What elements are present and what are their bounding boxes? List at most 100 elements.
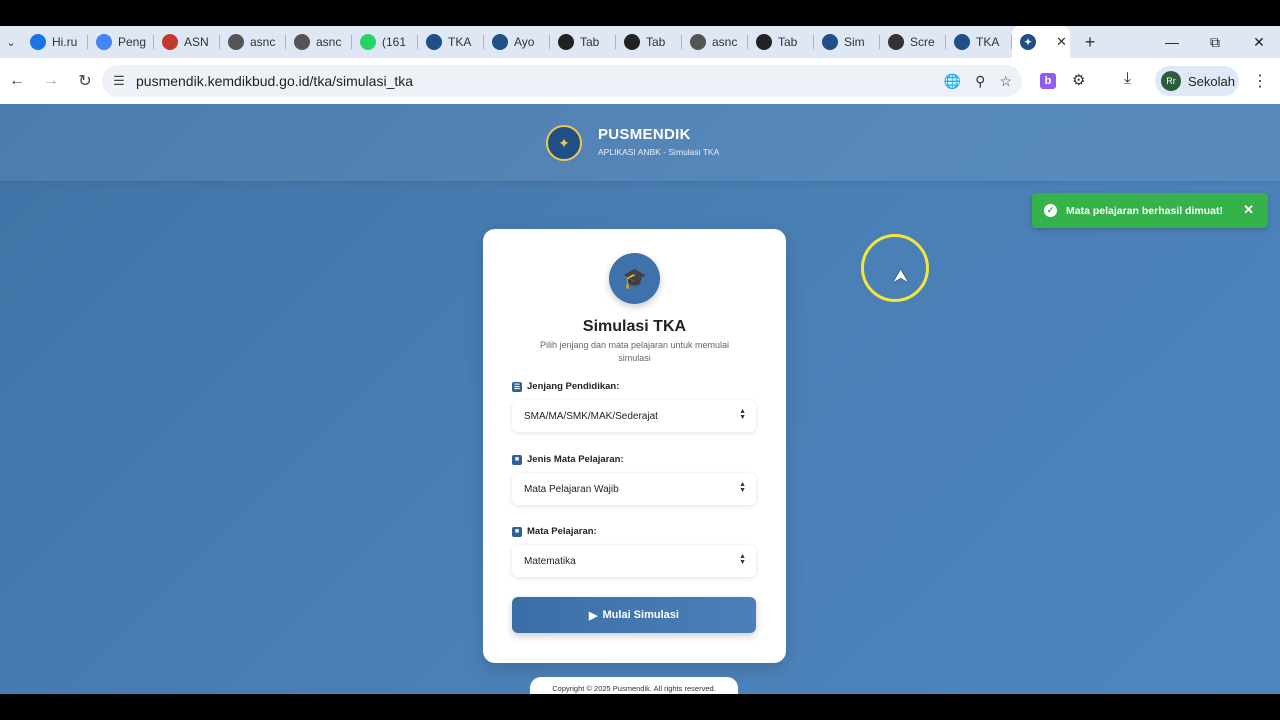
docs-icon (96, 34, 112, 50)
tab-label: TKA (976, 35, 1000, 49)
reload-icon[interactable]: ↻ (68, 71, 102, 91)
toast-close-icon[interactable]: ✕ (1243, 202, 1254, 218)
start-simulation-label: Mulai Simulasi (602, 609, 679, 621)
profile-button[interactable]: Rr Sekolah (1155, 66, 1239, 96)
url-text[interactable]: pusmendik.kemdikbud.go.id/tka/simulasi_t… (136, 73, 413, 89)
tab-active[interactable]: ✦ ✕ (1012, 26, 1070, 58)
globe-icon (690, 34, 706, 50)
tab-label: asnc (316, 35, 342, 49)
select-caret-icon: ▲ ▼ (739, 481, 746, 494)
hi-icon (30, 34, 46, 50)
tab-list: Hi.ru Peng ASN asnc asnc (161 TKA Ayo Tab Tab asnc… (22, 26, 1012, 58)
book-icon: ■ (512, 454, 522, 465)
tab-label: Tab (646, 35, 666, 49)
kemdikbud-icon (954, 34, 970, 50)
tut-wuri-logo-icon: ✦ (546, 125, 582, 161)
kemdikbud-icon (822, 34, 838, 50)
download-icon[interactable]: ⤓ (1124, 70, 1131, 88)
browser-tab[interactable]: TKA (946, 26, 1012, 58)
more-menu-icon[interactable]: ⋮ (1252, 71, 1268, 91)
jenjang-label: ☰ Jenjang Pendidikan: (512, 381, 619, 392)
tab-label: Sim (844, 35, 865, 49)
bookmark-star-icon[interactable]: ☆ (999, 73, 1012, 90)
tab-label: asnc (712, 35, 738, 49)
kemdikbud-icon (492, 34, 508, 50)
address-toolbar: ← → ↻ ☰ pusmendik.kemdikbud.go.id/tka/si… (0, 58, 1280, 104)
browser-tab[interactable]: Hi.ru (22, 26, 88, 58)
jenjang-select[interactable]: SMA/MA/SMK/MAK/Sederajat ▲ ▼ (512, 400, 756, 432)
profile-name: Sekolah (1188, 73, 1235, 89)
check-circle-icon: ✓ (1044, 204, 1057, 217)
jenis-mapel-value: Mata Pelajaran Wajib (524, 483, 619, 495)
tab-label: Scre (910, 35, 935, 49)
new-tab-button[interactable]: + (1074, 32, 1106, 53)
tab-label: Tab (778, 35, 798, 49)
github-icon (756, 34, 772, 50)
start-simulation-button[interactable]: ▶ Mulai Simulasi (512, 597, 756, 633)
success-toast: ✓ Mata pelajaran berhasil dimuat! ✕ (1032, 193, 1268, 228)
tab-label: Peng (118, 35, 147, 49)
book-icon: ■ (512, 526, 522, 537)
extensions-icon[interactable]: ⚙ (1072, 71, 1085, 89)
graduation-cap-icon: 🎓 (609, 253, 660, 304)
select-caret-icon: ▲ ▼ (739, 408, 746, 421)
browser-tab[interactable]: ASN (154, 26, 220, 58)
globe-icon (228, 34, 244, 50)
minimize-icon[interactable]: — (1150, 26, 1194, 58)
browser-tab[interactable]: Peng (88, 26, 154, 58)
site-settings-icon[interactable]: ☰ (102, 73, 136, 89)
asn-icon (162, 34, 178, 50)
mapel-select[interactable]: Matematika ▲ ▼ (512, 545, 756, 577)
site-subtitle: APLIKASI ANBK - Simulasi TKA (598, 147, 720, 157)
jenis-mapel-select[interactable]: Mata Pelajaran Wajib ▲ ▼ (512, 473, 756, 505)
browser-tab[interactable]: TKA (418, 26, 484, 58)
forward-icon[interactable]: → (34, 72, 68, 90)
whatsapp-icon (360, 34, 376, 50)
window-close-icon[interactable]: ✕ (1237, 26, 1280, 58)
site-header: ✦ PUSMENDIK APLIKASI ANBK - Simulasi TKA (0, 104, 1280, 181)
browser-tab[interactable]: Sim (814, 26, 880, 58)
tab-strip: ⌄ Hi.ru Peng ASN asnc asnc (161 TKA Ayo Tab Tab as… (0, 26, 1280, 58)
zoom-icon[interactable]: ⚲ (975, 73, 985, 90)
extension-b-icon[interactable]: b (1040, 73, 1056, 89)
tab-label: Tab (580, 35, 600, 49)
browser-tab[interactable]: Tab (550, 26, 616, 58)
mapel-label: ■ Mata Pelajaran: (512, 526, 597, 537)
tab-label: (161 (382, 35, 407, 49)
omnibox[interactable]: ☰ pusmendik.kemdikbud.go.id/tka/simulasi… (102, 65, 1022, 97)
browser-tab[interactable]: Tab (616, 26, 682, 58)
layers-icon: ☰ (512, 381, 522, 392)
translate-icon[interactable]: 🌐 (944, 73, 961, 90)
play-icon: ▶ (589, 609, 598, 622)
mapel-label-text: Mata Pelajaran: (527, 526, 597, 537)
select-caret-icon: ▲ ▼ (739, 553, 746, 566)
globe-icon (294, 34, 310, 50)
card-subtitle: Pilih jenjang dan mata pelajaran untuk m… (539, 340, 730, 363)
browser-tab[interactable]: Scre (880, 26, 946, 58)
tab-label: ASN (184, 35, 209, 49)
back-icon[interactable]: ← (0, 72, 34, 90)
tab-search-icon[interactable]: ⌄ (0, 26, 22, 58)
simulation-card: 🎓 Simulasi TKA Pilih jenjang dan mata pe… (483, 229, 786, 663)
mapel-value: Matematika (524, 555, 576, 567)
jenis-mapel-label: ■ Jenis Mata Pelajaran: (512, 454, 624, 465)
browser-tab[interactable]: asnc (682, 26, 748, 58)
toast-message: Mata pelajaran berhasil dimuat! (1066, 204, 1223, 217)
browser-tab[interactable]: Ayo (484, 26, 550, 58)
restore-icon[interactable]: ⧉ (1193, 26, 1237, 58)
jenjang-value: SMA/MA/SMK/MAK/Sederajat (524, 410, 658, 422)
browser-tab[interactable]: Tab (748, 26, 814, 58)
github-icon (624, 34, 640, 50)
tab-label: Hi.ru (52, 35, 78, 49)
kemdikbud-icon (426, 34, 442, 50)
tab-label: TKA (448, 35, 472, 49)
browser-tab[interactable]: asnc (220, 26, 286, 58)
github-icon (558, 34, 574, 50)
browser-tab[interactable]: (161 (352, 26, 418, 58)
close-tab-icon[interactable]: ✕ (1056, 34, 1067, 50)
bottom-black-bar (0, 694, 1280, 720)
browser-tab[interactable]: asnc (286, 26, 352, 58)
tab-label: Ayo (514, 35, 535, 49)
footer-copyright: Copyright © 2025 Pusmendik. All rights r… (530, 677, 738, 694)
screen-icon (888, 34, 904, 50)
